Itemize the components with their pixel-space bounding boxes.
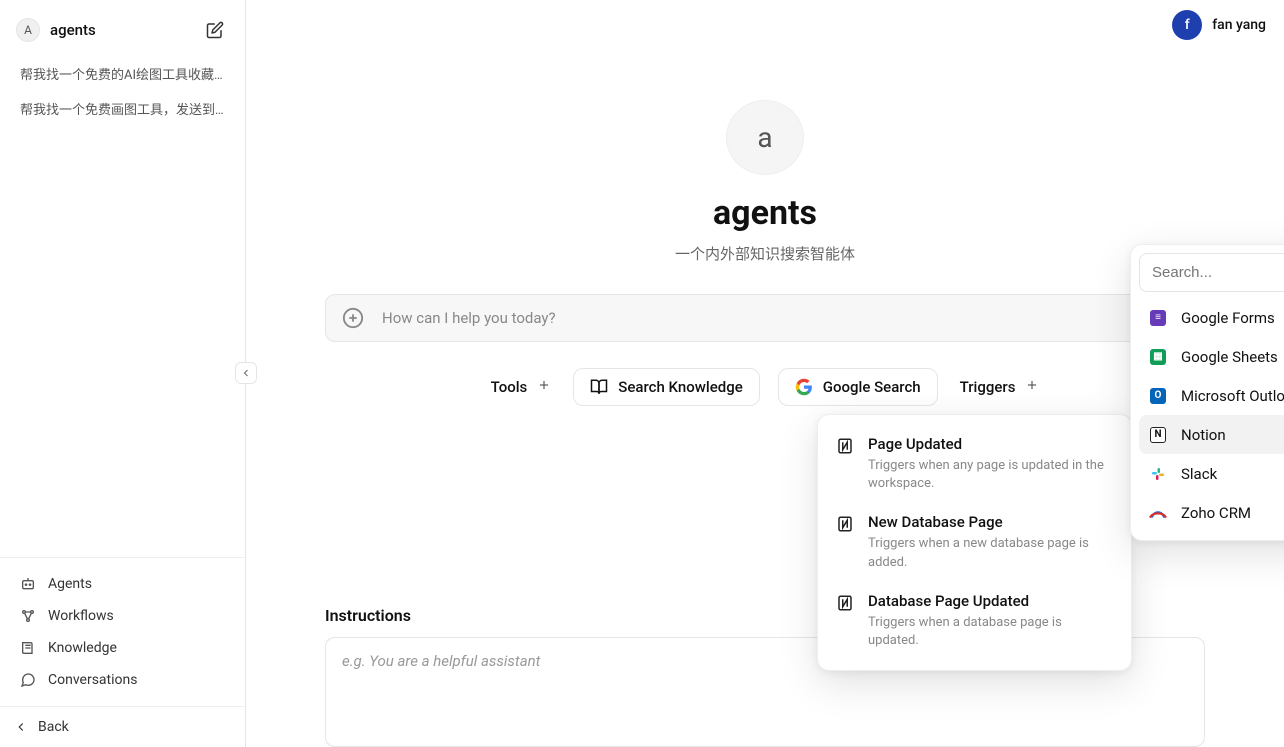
integration-label: Zoho CRM <box>1181 504 1284 522</box>
chevron-left-icon <box>240 367 252 379</box>
prompt-placeholder: How can I help you today? <box>382 309 1188 327</box>
history-list: 帮我找一个免费的AI绘图工具收藏到邮箱 帮我找一个免费画图工具，发送到我的邮件 <box>0 56 245 126</box>
tools-label: Tools <box>491 378 528 396</box>
google-search-chip[interactable]: Google Search <box>778 368 938 406</box>
nav-label: Agents <box>48 576 92 592</box>
google-sheets-icon: ▦ <box>1149 348 1167 366</box>
chip-label: Search Knowledge <box>618 378 742 396</box>
integration-slack[interactable]: Slack <box>1139 454 1284 493</box>
sidebar-nav: Agents Workflows Knowledge Conversations <box>0 557 245 706</box>
prompt-input[interactable]: How can I help you today? <box>325 294 1205 342</box>
google-forms-icon: ≡ <box>1149 309 1167 327</box>
workflow-icon <box>20 608 36 624</box>
agent-avatar: a <box>726 100 804 175</box>
triggers-button[interactable]: Triggers <box>956 370 1044 404</box>
action-row: Tools Search Knowledge Google Search Tri… <box>325 368 1205 406</box>
integration-label: Microsoft Outlook <box>1181 387 1284 405</box>
history-item[interactable]: 帮我找一个免费的AI绘图工具收藏到邮箱 <box>6 56 239 91</box>
sidebar-header: A agents <box>0 0 245 56</box>
integration-label: Slack <box>1181 465 1284 483</box>
book-icon <box>20 640 36 656</box>
user-avatar: f <box>1172 10 1202 40</box>
sidebar-collapse-handle[interactable] <box>235 362 257 384</box>
integration-zoho-crm[interactable]: Zoho CRM <box>1139 493 1284 532</box>
trigger-title: Page Updated <box>868 435 1113 453</box>
book-open-icon <box>590 378 608 396</box>
notion-icon <box>836 515 854 533</box>
slack-icon <box>1149 465 1167 483</box>
back-button[interactable]: Back <box>0 706 245 747</box>
agent-subtitle: 一个内外部知识搜索智能体 <box>675 243 855 264</box>
search-knowledge-chip[interactable]: Search Knowledge <box>573 368 759 406</box>
trigger-desc: Triggers when a database page is updated… <box>868 614 1113 650</box>
nav-agents[interactable]: Agents <box>8 568 237 600</box>
integrations-list: ≡ Google Forms ▦ Google Sheets O Microso… <box>1139 298 1284 532</box>
trigger-option-new-database-page[interactable]: New Database Page Triggers when a new da… <box>818 503 1131 581</box>
trigger-option-page-updated[interactable]: Page Updated Triggers when any page is u… <box>818 425 1131 503</box>
integration-google-forms[interactable]: ≡ Google Forms <box>1139 298 1284 337</box>
integration-google-sheets[interactable]: ▦ Google Sheets <box>1139 337 1284 376</box>
instructions-placeholder: e.g. You are a helpful assistant <box>342 652 540 670</box>
integration-notion[interactable]: N Notion <box>1139 415 1284 454</box>
user-name: fan yang <box>1212 17 1266 33</box>
user-menu[interactable]: f fan yang <box>1172 10 1266 40</box>
integrations-search-input[interactable] <box>1139 253 1284 292</box>
trigger-title: Database Page Updated <box>868 592 1113 610</box>
trigger-desc: Triggers when any page is updated in the… <box>868 457 1113 493</box>
integration-label: Google Sheets <box>1181 348 1284 366</box>
nav-conversations[interactable]: Conversations <box>8 664 237 696</box>
triggers-popover: Page Updated Triggers when any page is u… <box>817 414 1132 671</box>
nav-knowledge[interactable]: Knowledge <box>8 632 237 664</box>
integrations-popover: ≡ Google Forms ▦ Google Sheets O Microso… <box>1130 244 1284 541</box>
nav-workflows[interactable]: Workflows <box>8 600 237 632</box>
nav-label: Conversations <box>48 672 137 688</box>
trigger-option-database-page-updated[interactable]: Database Page Updated Triggers when a da… <box>818 582 1131 660</box>
triggers-label: Triggers <box>960 378 1016 396</box>
history-item[interactable]: 帮我找一个免费画图工具，发送到我的邮件 <box>6 91 239 126</box>
notion-icon <box>836 437 854 455</box>
main: f fan yang a agents 一个内外部知识搜索智能体 How can… <box>246 0 1284 747</box>
sidebar: A agents 帮我找一个免费的AI绘图工具收藏到邮箱 帮我找一个免费画图工具… <box>0 0 246 747</box>
trigger-desc: Triggers when a new database page is add… <box>868 535 1113 571</box>
zoho-icon <box>1149 504 1167 522</box>
agent-title: agents <box>713 193 817 233</box>
plus-icon <box>537 378 551 396</box>
edit-icon[interactable] <box>201 16 229 44</box>
robot-icon <box>20 576 36 592</box>
trigger-title: New Database Page <box>868 513 1113 531</box>
agent-mini-avatar: A <box>16 18 40 42</box>
plus-icon <box>1025 378 1039 396</box>
google-icon <box>795 378 813 396</box>
integration-label: Google Forms <box>1181 309 1284 327</box>
sidebar-title: agents <box>50 21 201 39</box>
integration-microsoft-outlook[interactable]: O Microsoft Outlook <box>1139 376 1284 415</box>
chat-icon <box>20 672 36 688</box>
outlook-icon: O <box>1149 387 1167 405</box>
chevron-left-icon <box>14 720 28 734</box>
nav-label: Knowledge <box>48 640 117 656</box>
notion-icon: N <box>1149 426 1167 444</box>
integration-label: Notion <box>1181 426 1284 444</box>
tools-button[interactable]: Tools <box>487 370 556 404</box>
nav-label: Workflows <box>48 608 114 624</box>
chip-label: Google Search <box>823 378 921 396</box>
back-label: Back <box>38 719 69 735</box>
plus-circle-icon[interactable] <box>342 307 364 329</box>
notion-icon <box>836 594 854 612</box>
